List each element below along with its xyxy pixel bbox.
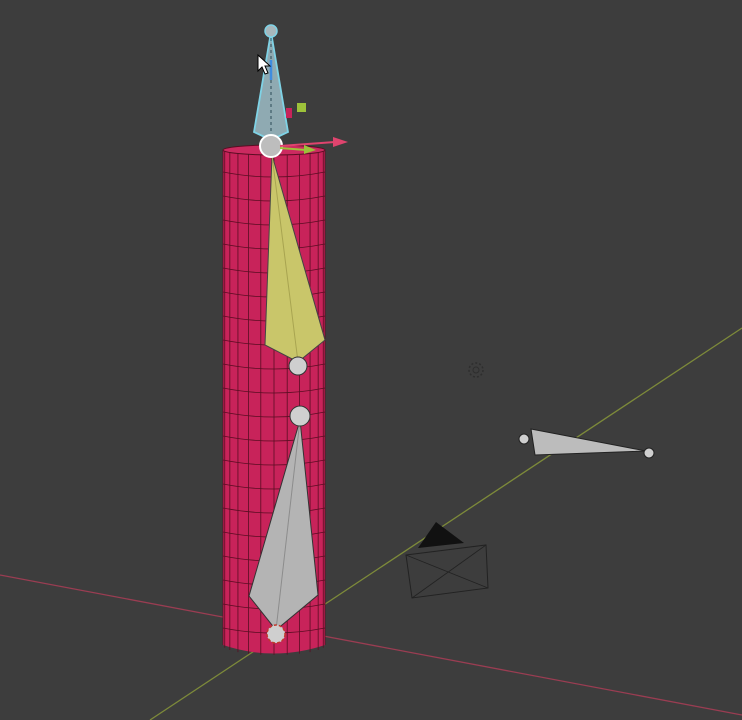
camera-icon[interactable]: [405, 522, 489, 599]
3d-cursor-icon: [266, 624, 286, 644]
x-axis-line: [0, 574, 742, 716]
light-icon[interactable]: [468, 362, 484, 378]
armature-single-bone[interactable]: [518, 428, 655, 459]
bone-head-selected[interactable]: [259, 134, 283, 158]
bone-joint[interactable]: [288, 356, 308, 376]
3d-viewport[interactable]: [0, 0, 742, 720]
bone-joint[interactable]: [289, 405, 311, 427]
viewport-scene[interactable]: [0, 0, 742, 720]
